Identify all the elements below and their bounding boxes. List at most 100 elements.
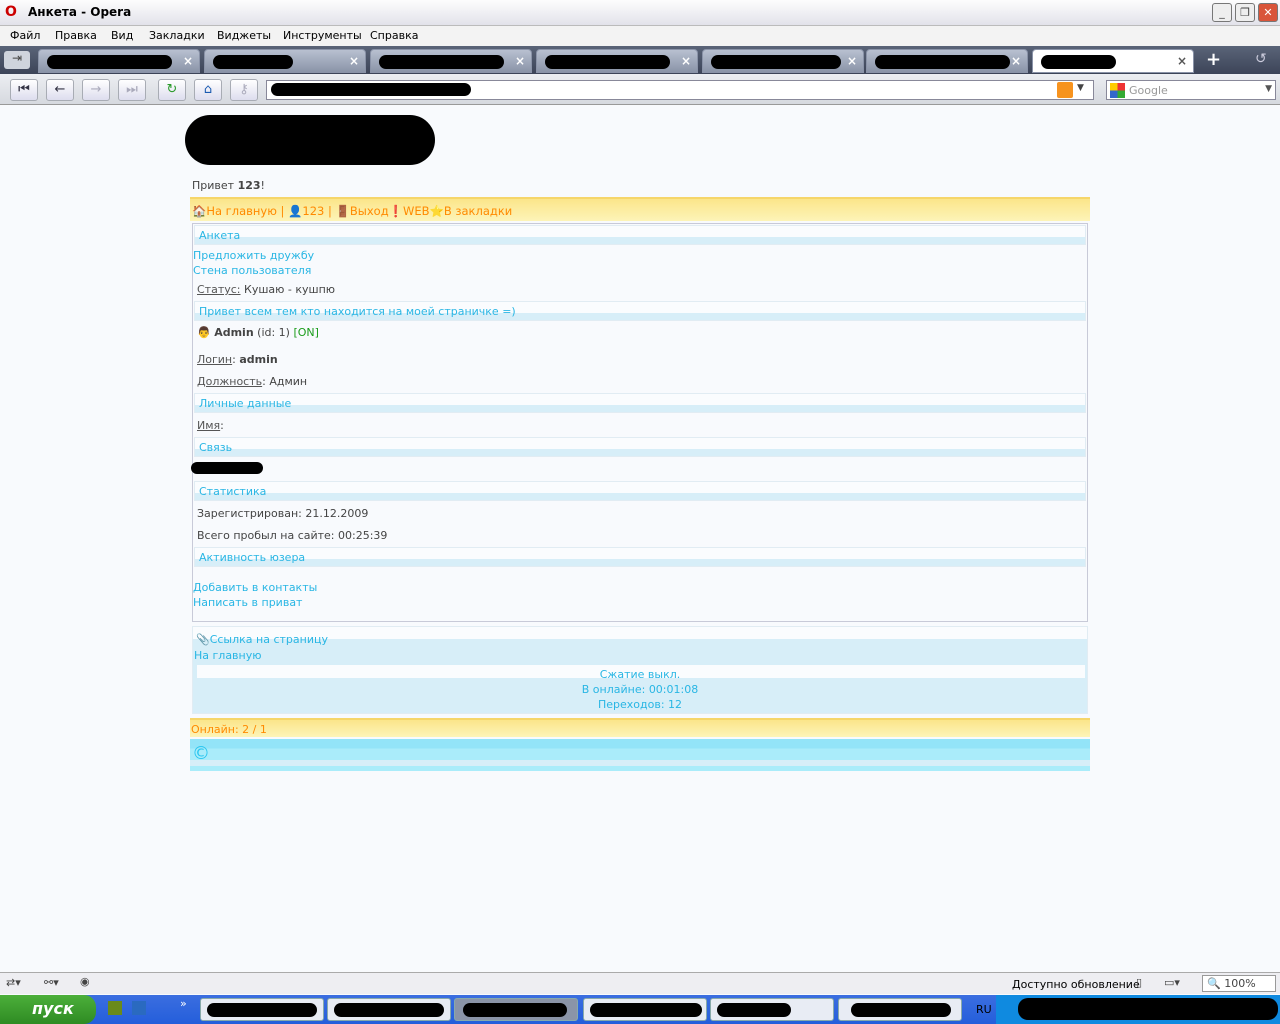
reload-button[interactable]: ↻ xyxy=(158,79,186,101)
home-link[interactable]: На главную xyxy=(194,649,262,662)
tab[interactable]: × xyxy=(702,49,864,73)
section-header-activity: Активность юзера xyxy=(194,547,1086,567)
new-tab-button[interactable]: + xyxy=(1206,49,1221,70)
nav-exit-link[interactable]: Выход xyxy=(350,204,389,218)
copyright-icon: © xyxy=(192,743,210,764)
search-input[interactable]: Google ▼ xyxy=(1106,80,1276,100)
name-row: Имя: xyxy=(197,419,224,432)
warning-icon: ❗ xyxy=(388,204,403,218)
tab[interactable]: × xyxy=(866,49,1028,73)
site-logo-redacted xyxy=(185,115,435,165)
page-view-icon[interactable]: ▭▾ xyxy=(1164,976,1180,989)
write-private-link[interactable]: Написать в приват xyxy=(193,596,302,609)
tab[interactable]: × xyxy=(536,49,698,73)
star-icon: ⭐ xyxy=(429,204,444,218)
language-indicator[interactable]: RU xyxy=(976,1003,992,1016)
closed-tabs-icon[interactable]: ↺ xyxy=(1255,51,1267,67)
taskbar-item[interactable] xyxy=(838,998,962,1021)
menu-view[interactable]: Вид xyxy=(111,29,133,42)
time-on-site: Всего пробыл на сайте: 00:25:39 xyxy=(197,529,388,542)
section-header-contact: Связь xyxy=(194,437,1086,457)
menu-edit[interactable]: Правка xyxy=(55,29,97,42)
copyright-bar: © xyxy=(190,739,1090,771)
user-nav-bar: 🏠На главную | 👤123 | 🚪Выход❗WEB⭐В заклад… xyxy=(190,197,1090,221)
nav-bookmarks-link[interactable]: В закладки xyxy=(444,204,512,218)
taskbar: пуск » RU xyxy=(0,995,1280,1024)
greeting: Привет 123! xyxy=(192,179,265,192)
tab[interactable]: × xyxy=(370,49,532,73)
address-bar[interactable]: ▼ xyxy=(266,80,1094,100)
exit-door-icon: 🚪 xyxy=(335,204,350,218)
taskbar-item-active[interactable] xyxy=(454,998,578,1021)
window-title: Анкета - Opera xyxy=(28,5,132,19)
section-header-profile: Анкета xyxy=(194,225,1086,245)
user-avatar-icon: 👨 xyxy=(197,326,211,339)
menu-tools[interactable]: Инструменты xyxy=(283,29,362,42)
rss-icon[interactable] xyxy=(1057,82,1073,98)
close-button[interactable]: ✕ xyxy=(1258,3,1278,22)
user-wall-link[interactable]: Стена пользователя xyxy=(193,264,311,277)
online-badge: [ON] xyxy=(293,326,319,339)
forward-button[interactable]: → xyxy=(82,79,110,101)
nav-user-link[interactable]: 123 xyxy=(302,204,324,218)
tab-active[interactable]: × xyxy=(1032,49,1194,73)
tab[interactable]: × xyxy=(204,49,366,73)
transitions-count: Переходов: 12 xyxy=(597,698,683,711)
status-message: Привет всем тем кто находится на моей ст… xyxy=(194,301,1086,321)
fast-forward-button[interactable]: ⏭ xyxy=(118,79,146,101)
update-available[interactable]: Доступно обновление xyxy=(1012,978,1140,991)
sync-icon[interactable]: ⇄▾ xyxy=(6,976,21,989)
taskbar-item[interactable] xyxy=(200,998,324,1021)
menu-bookmarks[interactable]: Закладки xyxy=(149,29,205,42)
panel-toggle-icon[interactable]: ⇥ xyxy=(4,51,30,69)
tab[interactable]: × xyxy=(38,49,200,73)
online-time: В онлайне: 00:01:08 xyxy=(581,683,699,696)
system-tray xyxy=(996,995,1280,1024)
unite-icon[interactable]: ⚯▾ xyxy=(44,976,59,989)
compression-status: Сжатие выкл. xyxy=(599,668,681,681)
status-bar: ⇄▾ ⚯▾ ◉ Доступно обновление ▯ ▭▾ 🔍 100% xyxy=(0,972,1280,994)
title-bar: O Анкета - Opera _ ❐ ✕ xyxy=(0,0,1280,26)
menu-bar: Файл Правка Вид Закладки Виджеты Инструм… xyxy=(0,26,1280,46)
maximize-button[interactable]: ❐ xyxy=(1235,3,1255,22)
address-dropdown-icon[interactable]: ▼ xyxy=(1077,83,1084,93)
search-dropdown-icon[interactable]: ▼ xyxy=(1265,84,1272,94)
menu-file[interactable]: Файл xyxy=(10,29,40,42)
menu-help[interactable]: Справка xyxy=(370,29,418,42)
back-button[interactable]: ← xyxy=(46,79,74,101)
zoom-select[interactable]: 🔍 100% xyxy=(1202,975,1276,992)
taskbar-item[interactable] xyxy=(710,998,834,1021)
user-row: 👨 Admin (id: 1) [ON] xyxy=(197,326,319,339)
start-button[interactable]: пуск xyxy=(0,995,96,1024)
photoshop-icon[interactable] xyxy=(132,1001,146,1015)
section-header-stats: Статистика xyxy=(194,481,1086,501)
tab-bar: ⇥ × × × × × × × + ↺ xyxy=(0,46,1280,74)
login-row: Логин: admin xyxy=(197,353,278,366)
profile-panel: Анкета Предложить дружбу Стена пользоват… xyxy=(191,223,1088,622)
registered-date: Зарегистрирован: 21.12.2009 xyxy=(197,507,369,520)
redacted-contact xyxy=(191,462,263,474)
home-button[interactable]: ⌂ xyxy=(194,79,222,101)
paperclip-icon: 📎 xyxy=(196,633,210,646)
opera-logo-icon: O xyxy=(5,4,17,20)
status-row: Статус: Кушаю - кушпю xyxy=(197,283,336,296)
page-link-row: 📎Ссылка на страницу xyxy=(196,633,328,646)
page-link[interactable]: Ссылка на страницу xyxy=(210,633,328,646)
taskbar-item[interactable] xyxy=(583,998,707,1021)
menu-widgets[interactable]: Виджеты xyxy=(217,29,271,42)
nav-web-link[interactable]: WEB xyxy=(403,204,430,218)
footer-info-panel: 📎Ссылка на страницу На главную Сжатие вы… xyxy=(192,626,1088,714)
minimize-button[interactable]: _ xyxy=(1212,3,1232,22)
rewind-button[interactable]: ⏮ xyxy=(10,79,38,101)
panel-icon[interactable]: ▯ xyxy=(1136,976,1142,989)
google-icon xyxy=(1110,83,1125,98)
nav-home-link[interactable]: На главную xyxy=(206,204,277,218)
add-contacts-link[interactable]: Добавить в контакты xyxy=(193,581,317,594)
key-icon[interactable]: ⚷ xyxy=(230,79,258,101)
turbo-icon[interactable]: ◉ xyxy=(80,975,90,988)
offer-friendship-link[interactable]: Предложить дружбу xyxy=(193,249,314,262)
home-icon: 🏠 xyxy=(192,204,207,218)
taskbar-item[interactable] xyxy=(327,998,451,1021)
more-icon[interactable]: » xyxy=(180,997,187,1010)
dreamweaver-icon[interactable] xyxy=(108,1001,122,1015)
